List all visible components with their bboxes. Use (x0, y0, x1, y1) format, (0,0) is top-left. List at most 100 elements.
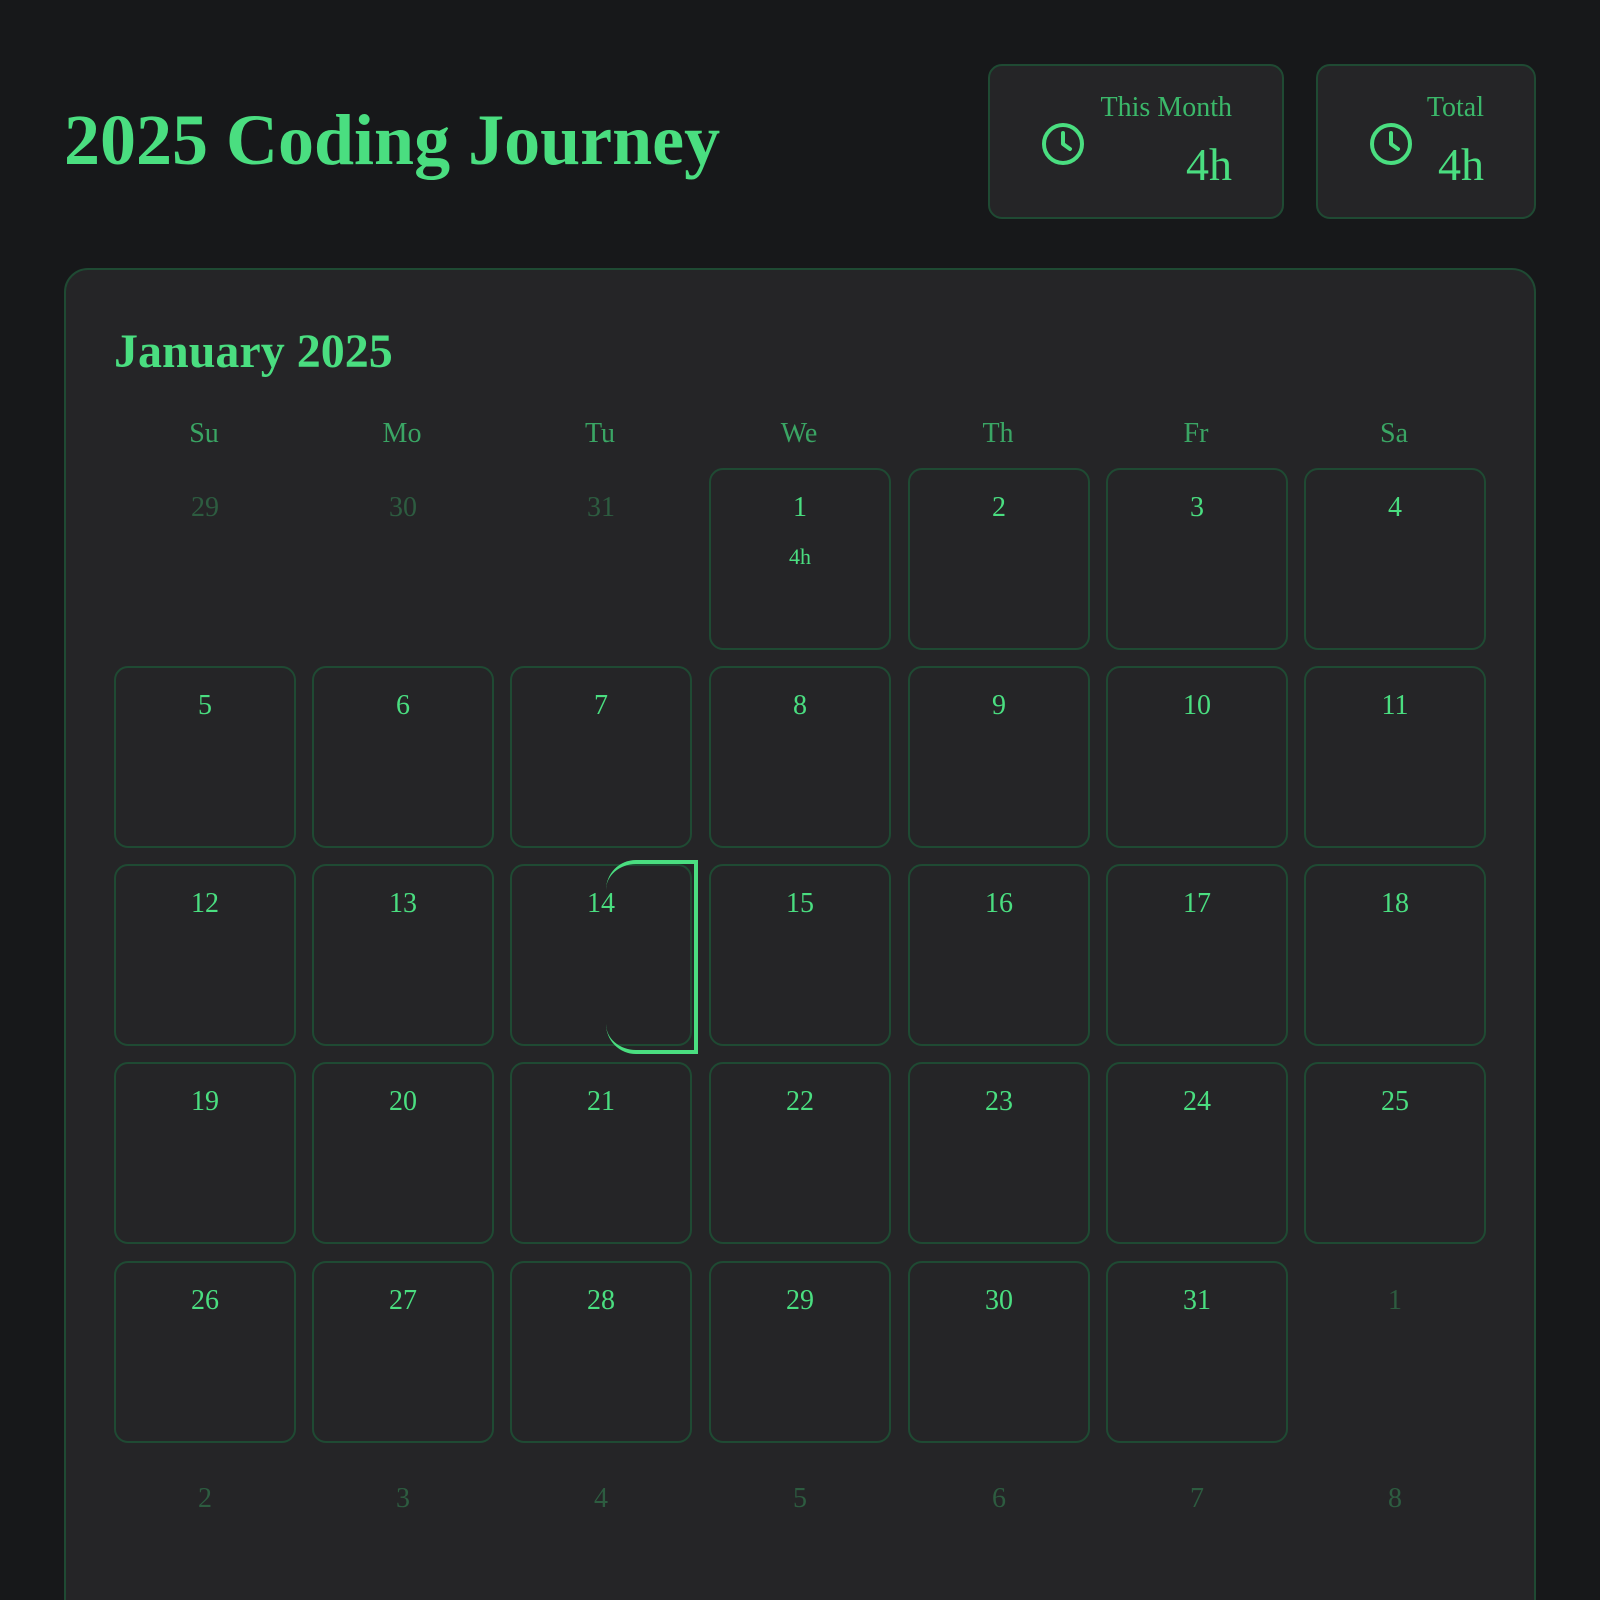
calendar-day-12[interactable]: 12 (114, 864, 296, 1046)
day-number: 30 (985, 1285, 1013, 1316)
day-number: 5 (198, 690, 212, 721)
calendar-day-outside: 30 (312, 468, 494, 650)
calendar-day-outside: 29 (114, 468, 296, 650)
day-number: 18 (1381, 888, 1409, 919)
calendar-day-19[interactable]: 19 (114, 1062, 296, 1244)
day-number: 4 (1388, 492, 1402, 523)
stat-label: This Month (1100, 92, 1232, 123)
calendar-day-30[interactable]: 30 (908, 1261, 1090, 1443)
calendar-day-8[interactable]: 8 (709, 666, 891, 848)
day-number: 2 (198, 1483, 212, 1514)
calendar-card: January 2025 Su Mo Tu We Th Fr Sa 29 30 31 1 4h 2 3 4 5… (64, 268, 1536, 1600)
month-title: January 2025 (114, 325, 393, 378)
day-number: 3 (1190, 492, 1204, 523)
day-number: 26 (191, 1285, 219, 1316)
weekday-sa: Sa (1380, 418, 1408, 449)
calendar-day-outside: 7 (1106, 1459, 1288, 1600)
weekday-th: Th (982, 418, 1014, 449)
day-number: 13 (389, 888, 417, 919)
day-number: 31 (1183, 1285, 1211, 1316)
stat-this-month: This Month 4h (988, 64, 1284, 219)
calendar-day-outside: 4 (510, 1459, 692, 1600)
day-hours: 4h (789, 544, 811, 569)
day-number: 30 (389, 492, 417, 523)
calendar-day-11[interactable]: 11 (1304, 666, 1486, 848)
calendar-day-3[interactable]: 3 (1106, 468, 1288, 650)
day-number: 6 (992, 1483, 1006, 1514)
clock-icon (1370, 123, 1412, 165)
day-number: 7 (594, 690, 608, 721)
calendar-day-9[interactable]: 9 (908, 666, 1090, 848)
day-number: 1 (1388, 1285, 1402, 1316)
weekday-we: We (780, 418, 818, 449)
calendar-day-28[interactable]: 28 (510, 1261, 692, 1443)
calendar-day-29[interactable]: 29 (709, 1261, 891, 1443)
day-number: 16 (985, 888, 1013, 919)
calendar-day-10[interactable]: 10 (1106, 666, 1288, 848)
calendar-day-26[interactable]: 26 (114, 1261, 296, 1443)
calendar-day-22[interactable]: 22 (709, 1062, 891, 1244)
day-number: 19 (191, 1086, 219, 1117)
calendar-day-27[interactable]: 27 (312, 1261, 494, 1443)
page: 2025 Coding Journey This Month 4h Total … (0, 0, 1600, 1600)
calendar-day-14[interactable]: 14 (510, 864, 692, 1046)
calendar-day-outside: 2 (114, 1459, 296, 1600)
day-number: 10 (1183, 690, 1211, 721)
calendar-day-5[interactable]: 5 (114, 666, 296, 848)
day-number: 14 (587, 888, 615, 919)
weekday-mo: Mo (382, 418, 422, 449)
day-number: 24 (1183, 1086, 1211, 1117)
day-number: 28 (587, 1285, 615, 1316)
calendar-day-21[interactable]: 21 (510, 1062, 692, 1244)
day-number: 25 (1381, 1086, 1409, 1117)
calendar-day-1[interactable]: 1 4h (709, 468, 891, 650)
calendar-day-outside: 1 (1304, 1261, 1486, 1443)
calendar-day-24[interactable]: 24 (1106, 1062, 1288, 1244)
day-number: 8 (793, 690, 807, 721)
calendar-day-13[interactable]: 13 (312, 864, 494, 1046)
clock-icon (1042, 123, 1084, 165)
calendar-day-7[interactable]: 7 (510, 666, 692, 848)
calendar-day-outside: 6 (908, 1459, 1090, 1600)
day-number: 5 (793, 1483, 807, 1514)
stat-value: 4h (1186, 139, 1232, 190)
day-number: 29 (191, 492, 219, 523)
calendar-day-2[interactable]: 2 (908, 468, 1090, 650)
day-number: 20 (389, 1086, 417, 1117)
calendar-day-outside: 8 (1304, 1459, 1486, 1600)
day-number: 1 (793, 492, 807, 523)
day-number: 7 (1190, 1483, 1204, 1514)
calendar-day-20[interactable]: 20 (312, 1062, 494, 1244)
calendar-day-outside: 31 (510, 468, 692, 650)
day-number: 29 (786, 1285, 814, 1316)
day-number: 2 (992, 492, 1006, 523)
day-number: 3 (396, 1483, 410, 1514)
calendar-day-15[interactable]: 15 (709, 864, 891, 1046)
day-number: 22 (786, 1086, 814, 1117)
weekday-tu: Tu (584, 418, 616, 449)
calendar-day-23[interactable]: 23 (908, 1062, 1090, 1244)
day-number: 31 (587, 492, 615, 523)
day-number: 6 (396, 690, 410, 721)
stat-value: 4h (1438, 139, 1484, 190)
calendar-day-31[interactable]: 31 (1106, 1261, 1288, 1443)
day-number: 27 (389, 1285, 417, 1316)
day-number: 4 (594, 1483, 608, 1514)
page-title: 2025 Coding Journey (64, 100, 721, 180)
calendar-day-18[interactable]: 18 (1304, 864, 1486, 1046)
calendar-day-outside: 3 (312, 1459, 494, 1600)
calendar-day-25[interactable]: 25 (1304, 1062, 1486, 1244)
calendar-day-6[interactable]: 6 (312, 666, 494, 848)
stat-label: Total (1426, 92, 1484, 123)
day-number: 17 (1183, 888, 1211, 919)
calendar-day-4[interactable]: 4 (1304, 468, 1486, 650)
calendar-day-outside: 5 (709, 1459, 891, 1600)
calendar-day-16[interactable]: 16 (908, 864, 1090, 1046)
day-number: 9 (992, 690, 1006, 721)
day-number: 12 (191, 888, 219, 919)
day-number: 21 (587, 1086, 615, 1117)
day-number: 11 (1381, 690, 1409, 721)
stat-total: Total 4h (1316, 64, 1536, 219)
calendar-day-17[interactable]: 17 (1106, 864, 1288, 1046)
day-number: 15 (786, 888, 814, 919)
